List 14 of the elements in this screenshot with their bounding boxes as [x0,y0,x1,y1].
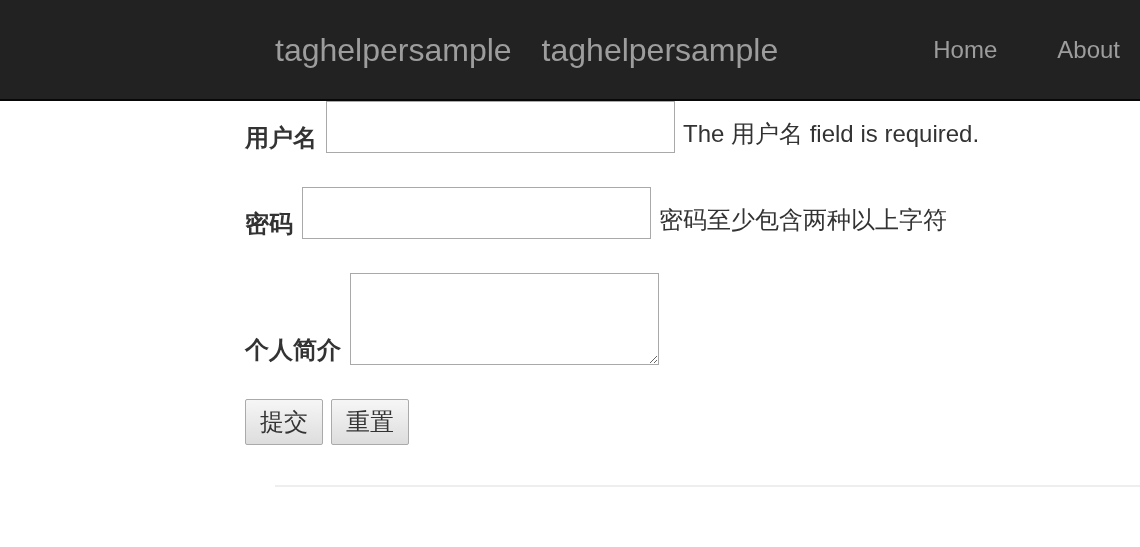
brand-link[interactable]: taghelpersample [275,25,512,74]
validation-message: The 用户名 field is required. [683,118,980,149]
reset-button[interactable]: 重置 [331,399,409,445]
textarea-field[interactable] [350,273,659,365]
input-field[interactable] [326,101,675,153]
submit-button[interactable]: 提交 [245,399,323,445]
nav-link[interactable]: Home [933,31,998,68]
validation-message: 密码至少包含两种以上字符 [659,204,947,235]
password-field[interactable] [302,187,651,239]
field-label: 个人简介 [245,334,341,365]
field-label: 密码 [245,208,293,239]
nav-link[interactable]: About [1057,31,1120,68]
brand-link[interactable]: taghelpersample [541,25,779,74]
field-label: 用户名 [245,122,317,153]
